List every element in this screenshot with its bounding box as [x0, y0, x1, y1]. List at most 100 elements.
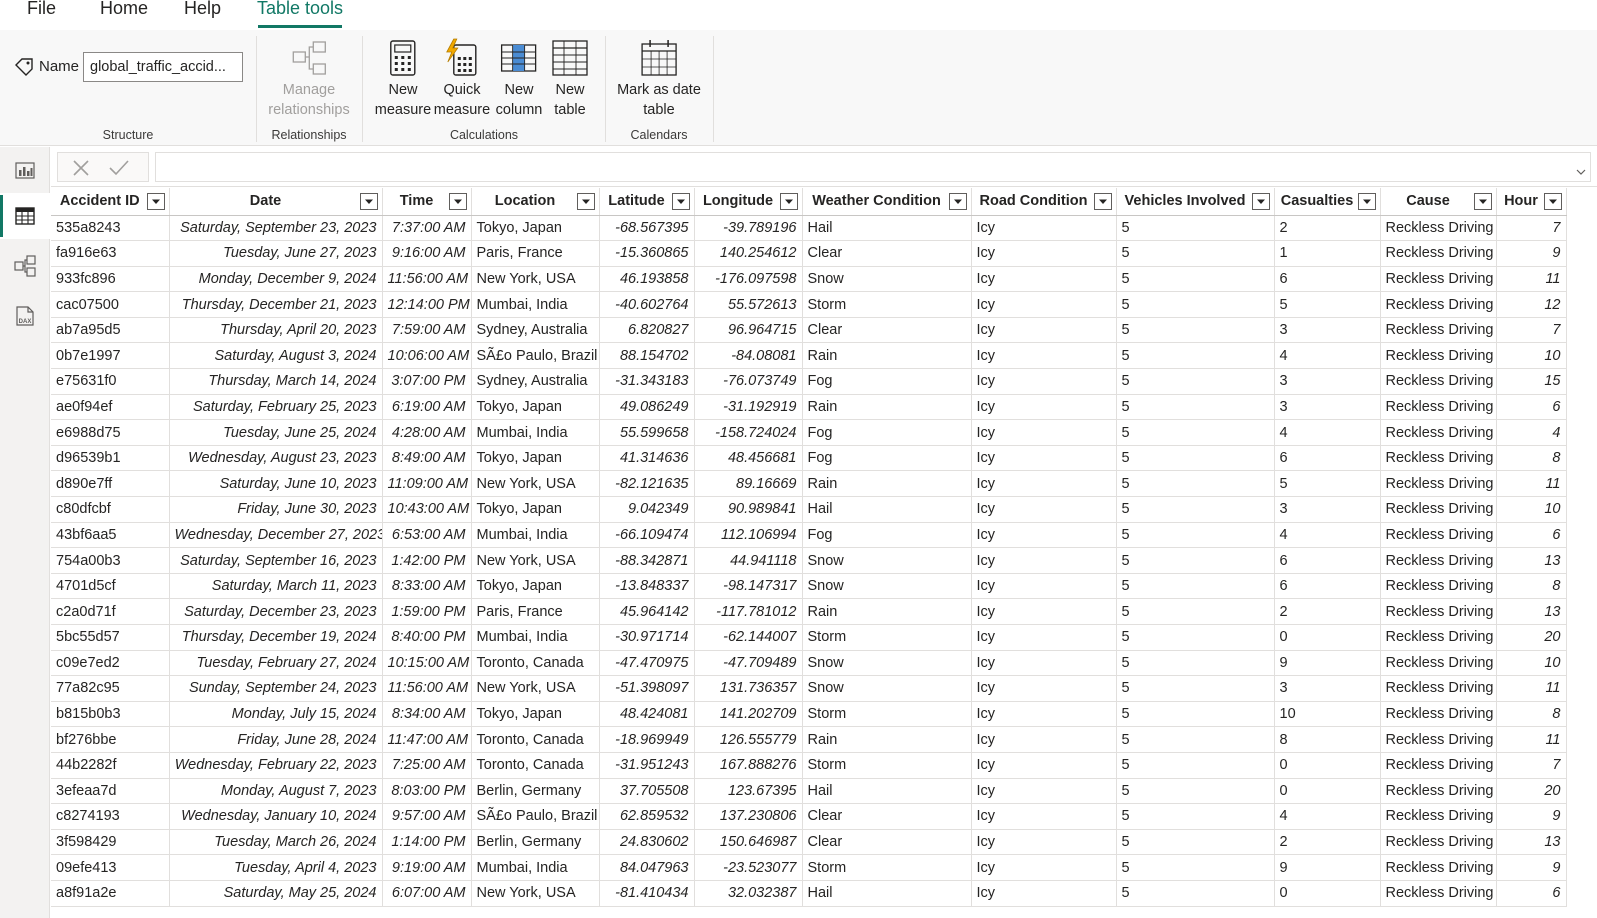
cell-cause[interactable]: Reckless Driving — [1380, 419, 1497, 446]
cell-weather-condition[interactable]: Hail — [802, 215, 972, 242]
cell-date[interactable]: Thursday, December 19, 2024 — [169, 624, 383, 651]
cell-time[interactable]: 8:34:00 AM — [382, 701, 472, 728]
cell-accident-id[interactable]: ae0f94ef — [51, 394, 170, 421]
cell-longitude[interactable]: 140.254612 — [694, 240, 803, 267]
cell-date[interactable]: Sunday, September 24, 2023 — [169, 675, 383, 702]
cell-time[interactable]: 8:40:00 PM — [382, 624, 472, 651]
cell-latitude[interactable]: 46.193858 — [599, 266, 695, 293]
cell-time[interactable]: 4:28:00 AM — [382, 419, 472, 446]
cell-latitude[interactable]: -81.410434 — [599, 880, 695, 907]
table-name-input[interactable] — [83, 52, 243, 82]
filter-dropdown-button[interactable] — [948, 193, 967, 210]
cell-cause[interactable]: Reckless Driving — [1380, 598, 1497, 625]
cell-date[interactable]: Monday, December 9, 2024 — [169, 266, 383, 293]
cell-latitude[interactable]: 49.086249 — [599, 394, 695, 421]
cell-cause[interactable]: Reckless Driving — [1380, 522, 1497, 549]
cell-longitude[interactable]: -31.192919 — [694, 394, 803, 421]
cell-accident-id[interactable]: 754a00b3 — [51, 547, 170, 574]
cell-road-condition[interactable]: Icy — [971, 701, 1117, 728]
cell-time[interactable]: 7:25:00 AM — [382, 752, 472, 779]
cell-date[interactable]: Friday, June 28, 2024 — [169, 726, 383, 753]
cell-vehicles-involved[interactable]: 5 — [1116, 215, 1275, 242]
cell-location[interactable]: Paris, France — [471, 598, 600, 625]
column-header-location[interactable]: Location — [471, 188, 600, 216]
cell-date[interactable]: Wednesday, December 27, 2023 — [169, 522, 383, 549]
cell-vehicles-involved[interactable]: 5 — [1116, 573, 1275, 600]
cell-latitude[interactable]: -88.342871 — [599, 547, 695, 574]
cell-location[interactable]: Paris, France — [471, 240, 600, 267]
filter-dropdown-button[interactable] — [779, 193, 798, 210]
cell-cause[interactable]: Reckless Driving — [1380, 880, 1497, 907]
table-view-button[interactable] — [0, 193, 50, 239]
cell-longitude[interactable]: 150.646987 — [694, 829, 803, 856]
cell-cause[interactable]: Reckless Driving — [1380, 624, 1497, 651]
cell-latitude[interactable]: 37.705508 — [599, 778, 695, 805]
cell-vehicles-involved[interactable]: 5 — [1116, 394, 1275, 421]
column-header-road-condition[interactable]: Road Condition — [971, 188, 1117, 216]
cell-time[interactable]: 10:15:00 AM — [382, 650, 472, 677]
cell-accident-id[interactable]: d890e7ff — [51, 470, 170, 498]
cell-accident-id[interactable]: e6988d75 — [51, 419, 170, 446]
cell-accident-id[interactable]: c2a0d71f — [51, 598, 170, 625]
cell-date[interactable]: Wednesday, February 22, 2023 — [169, 752, 383, 779]
cell-date[interactable]: Wednesday, January 10, 2024 — [169, 803, 383, 830]
cell-longitude[interactable]: -84.08081 — [694, 342, 803, 370]
cell-hour[interactable]: 9 — [1496, 803, 1567, 830]
column-header-cause[interactable]: Cause — [1380, 188, 1497, 216]
cell-date[interactable]: Saturday, February 25, 2023 — [169, 394, 383, 421]
cell-time[interactable]: 8:49:00 AM — [382, 445, 472, 472]
cell-longitude[interactable]: -47.709489 — [694, 650, 803, 677]
formula-input[interactable] — [155, 152, 1591, 182]
cell-latitude[interactable]: 41.314636 — [599, 445, 695, 472]
cell-casualties[interactable]: 5 — [1274, 470, 1381, 498]
cell-vehicles-involved[interactable]: 5 — [1116, 650, 1275, 677]
cell-cause[interactable]: Reckless Driving — [1380, 829, 1497, 856]
cell-hour[interactable]: 7 — [1496, 752, 1567, 779]
cell-cause[interactable]: Reckless Driving — [1380, 240, 1497, 267]
cancel-formula-button[interactable] — [68, 156, 94, 180]
cell-latitude[interactable]: -40.602764 — [599, 291, 695, 318]
cell-vehicles-involved[interactable]: 5 — [1116, 342, 1275, 370]
cell-casualties[interactable]: 0 — [1274, 752, 1381, 779]
mark-as-date-table-button[interactable]: Mark as date table — [617, 38, 701, 120]
cell-location[interactable]: Mumbai, India — [471, 624, 600, 651]
column-header-weather-condition[interactable]: Weather Condition — [802, 188, 972, 216]
cell-cause[interactable]: Reckless Driving — [1380, 752, 1497, 779]
cell-latitude[interactable]: -47.470975 — [599, 650, 695, 677]
cell-road-condition[interactable]: Icy — [971, 317, 1117, 344]
cell-location[interactable]: Sydney, Australia — [471, 317, 600, 344]
cell-weather-condition[interactable]: Snow — [802, 573, 972, 600]
cell-time[interactable]: 8:03:00 PM — [382, 778, 472, 805]
cell-date[interactable]: Tuesday, March 26, 2024 — [169, 829, 383, 856]
cell-hour[interactable]: 13 — [1496, 598, 1567, 625]
column-header-time[interactable]: Time — [382, 188, 472, 216]
cell-vehicles-involved[interactable]: 5 — [1116, 419, 1275, 446]
cell-latitude[interactable]: -30.971714 — [599, 624, 695, 651]
cell-hour[interactable]: 12 — [1496, 291, 1567, 318]
cell-casualties[interactable]: 4 — [1274, 522, 1381, 549]
cell-longitude[interactable]: -158.724024 — [694, 419, 803, 446]
cell-road-condition[interactable]: Icy — [971, 215, 1117, 242]
cell-hour[interactable]: 8 — [1496, 701, 1567, 728]
cell-weather-condition[interactable]: Fog — [802, 419, 972, 446]
cell-hour[interactable]: 11 — [1496, 726, 1567, 753]
cell-weather-condition[interactable]: Snow — [802, 675, 972, 702]
cell-casualties[interactable]: 4 — [1274, 419, 1381, 446]
cell-longitude[interactable]: 44.941118 — [694, 547, 803, 574]
quick-measure-button[interactable]: Quick measure — [434, 38, 490, 120]
cell-time[interactable]: 10:06:00 AM — [382, 342, 472, 370]
cell-accident-id[interactable]: e75631f0 — [51, 368, 170, 395]
cell-weather-condition[interactable]: Fog — [802, 522, 972, 549]
cell-cause[interactable]: Reckless Driving — [1380, 215, 1497, 242]
cell-time[interactable]: 9:57:00 AM — [382, 803, 472, 830]
cell-vehicles-involved[interactable]: 5 — [1116, 266, 1275, 293]
cell-casualties[interactable]: 4 — [1274, 803, 1381, 830]
cell-latitude[interactable]: -82.121635 — [599, 470, 695, 498]
cell-weather-condition[interactable]: Fog — [802, 445, 972, 472]
cell-road-condition[interactable]: Icy — [971, 726, 1117, 753]
filter-dropdown-button[interactable] — [1473, 193, 1492, 210]
cell-longitude[interactable]: 112.106994 — [694, 522, 803, 549]
new-measure-button[interactable]: New measure — [375, 38, 431, 120]
cell-casualties[interactable]: 4 — [1274, 342, 1381, 370]
cell-hour[interactable]: 15 — [1496, 368, 1567, 395]
